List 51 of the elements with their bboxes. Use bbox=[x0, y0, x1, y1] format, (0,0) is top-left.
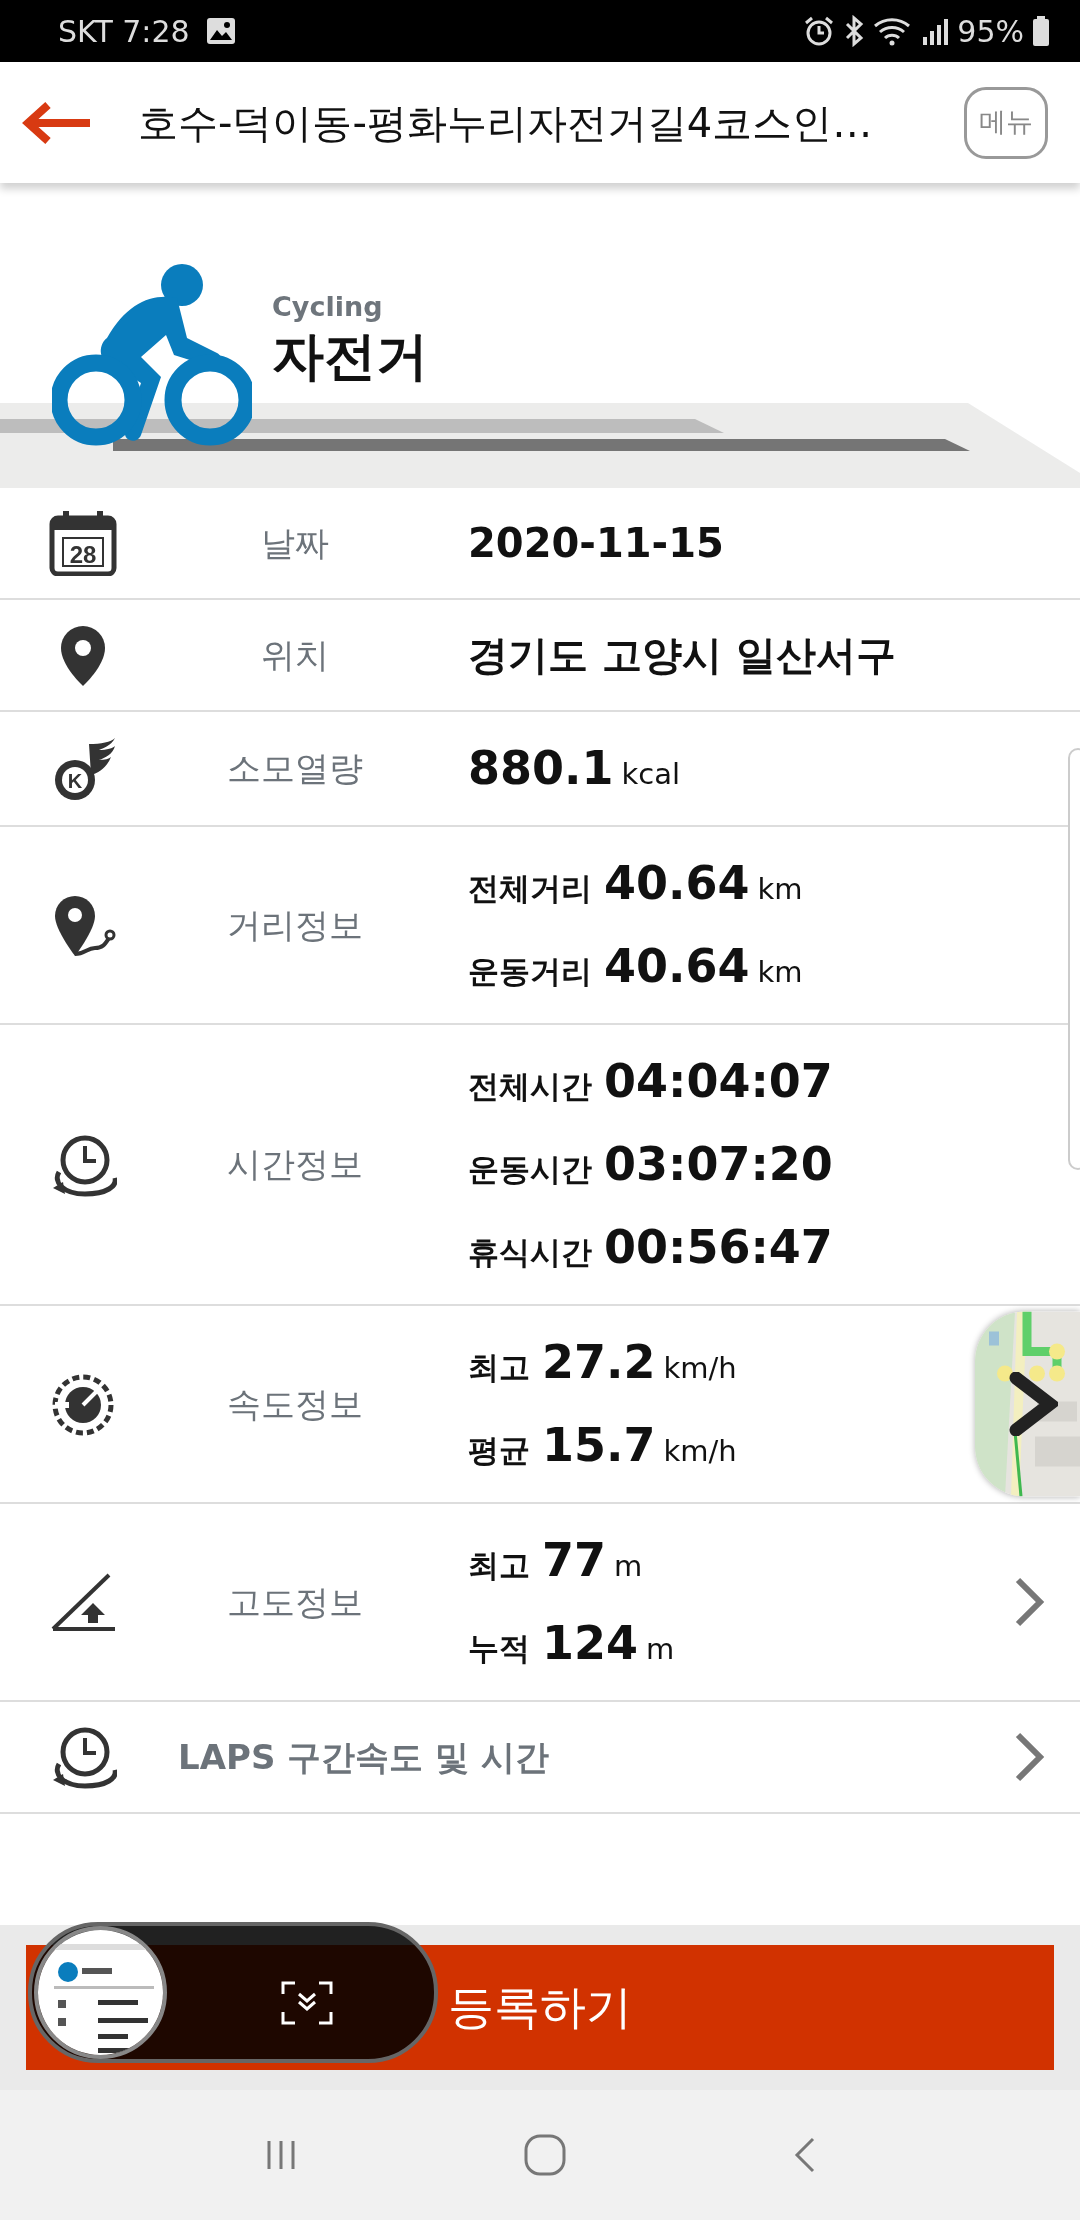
row-label: 거리정보 bbox=[226, 903, 364, 947]
unit-text: km/h bbox=[663, 1433, 737, 1470]
value-prefix: 최고 bbox=[468, 1348, 530, 1387]
row-label: 날짜 bbox=[260, 521, 330, 565]
unit-text: km/h bbox=[663, 1350, 737, 1387]
value-text: 77 bbox=[542, 1532, 606, 1589]
cyclist-icon bbox=[52, 263, 252, 448]
value-prefix: 전체시간 bbox=[468, 1067, 592, 1106]
value-prefix: 운동시간 bbox=[468, 1150, 592, 1189]
value-prefix: 운동거리 bbox=[468, 952, 592, 991]
value-text: 15.7 bbox=[542, 1417, 656, 1474]
row-label: 속도정보 bbox=[226, 1382, 364, 1426]
carrier-time-text: SKT 7:28 bbox=[58, 12, 190, 51]
page-title: 호수-덕이동-평화누리자전거길4코스인… bbox=[138, 98, 873, 148]
value-prefix: 전체거리 bbox=[468, 869, 592, 908]
value-text: 880.1 bbox=[468, 740, 614, 797]
chevron-right-icon[interactable] bbox=[1008, 1372, 1058, 1436]
value-prefix: 휴식시간 bbox=[468, 1233, 592, 1272]
activity-subtitle: Cycling bbox=[272, 290, 384, 324]
value-text: 00:56:47 bbox=[604, 1219, 833, 1276]
unit-text: km bbox=[757, 954, 803, 991]
row-label: 소모열량 bbox=[226, 747, 364, 790]
value-prefix: 최고 bbox=[468, 1546, 530, 1585]
image-icon bbox=[205, 17, 236, 45]
unit-text: km bbox=[757, 871, 803, 908]
value-text: 2020-11-15 bbox=[468, 519, 724, 568]
value-text: 03:07:20 bbox=[604, 1136, 833, 1193]
row-label: 시간정보 bbox=[226, 1143, 364, 1186]
value-text: 경기도 고양시 일산서구 bbox=[468, 631, 896, 680]
expand-icon[interactable] bbox=[280, 1980, 334, 2026]
row-label: 위치 bbox=[260, 633, 330, 677]
value-text: 27.2 bbox=[542, 1334, 656, 1391]
value-text: 04:04:07 bbox=[604, 1053, 833, 1110]
menu-button[interactable]: 메뉴 bbox=[964, 86, 1048, 159]
battery-text: 95% bbox=[957, 12, 1024, 51]
home-icon[interactable] bbox=[522, 2132, 568, 2178]
battery-icon bbox=[1032, 15, 1050, 47]
bluetooth-icon bbox=[843, 15, 866, 47]
activity-title: 자전거 bbox=[272, 327, 428, 385]
value-text: 124 bbox=[542, 1615, 639, 1672]
signal-icon bbox=[921, 17, 950, 45]
unit-text: m bbox=[646, 1631, 675, 1668]
unit-text: m bbox=[614, 1548, 643, 1585]
row-label: 고도정보 bbox=[226, 1580, 364, 1624]
value-prefix: 평균 bbox=[468, 1431, 530, 1470]
laps-label: LAPS 구간속도 및 시간 bbox=[178, 1735, 549, 1779]
value-prefix: 누적 bbox=[468, 1629, 530, 1668]
value-text: 40.64 bbox=[604, 855, 750, 912]
value-text: 40.64 bbox=[604, 938, 750, 995]
unit-text: kcal bbox=[621, 756, 681, 793]
alarm-icon bbox=[803, 15, 836, 47]
